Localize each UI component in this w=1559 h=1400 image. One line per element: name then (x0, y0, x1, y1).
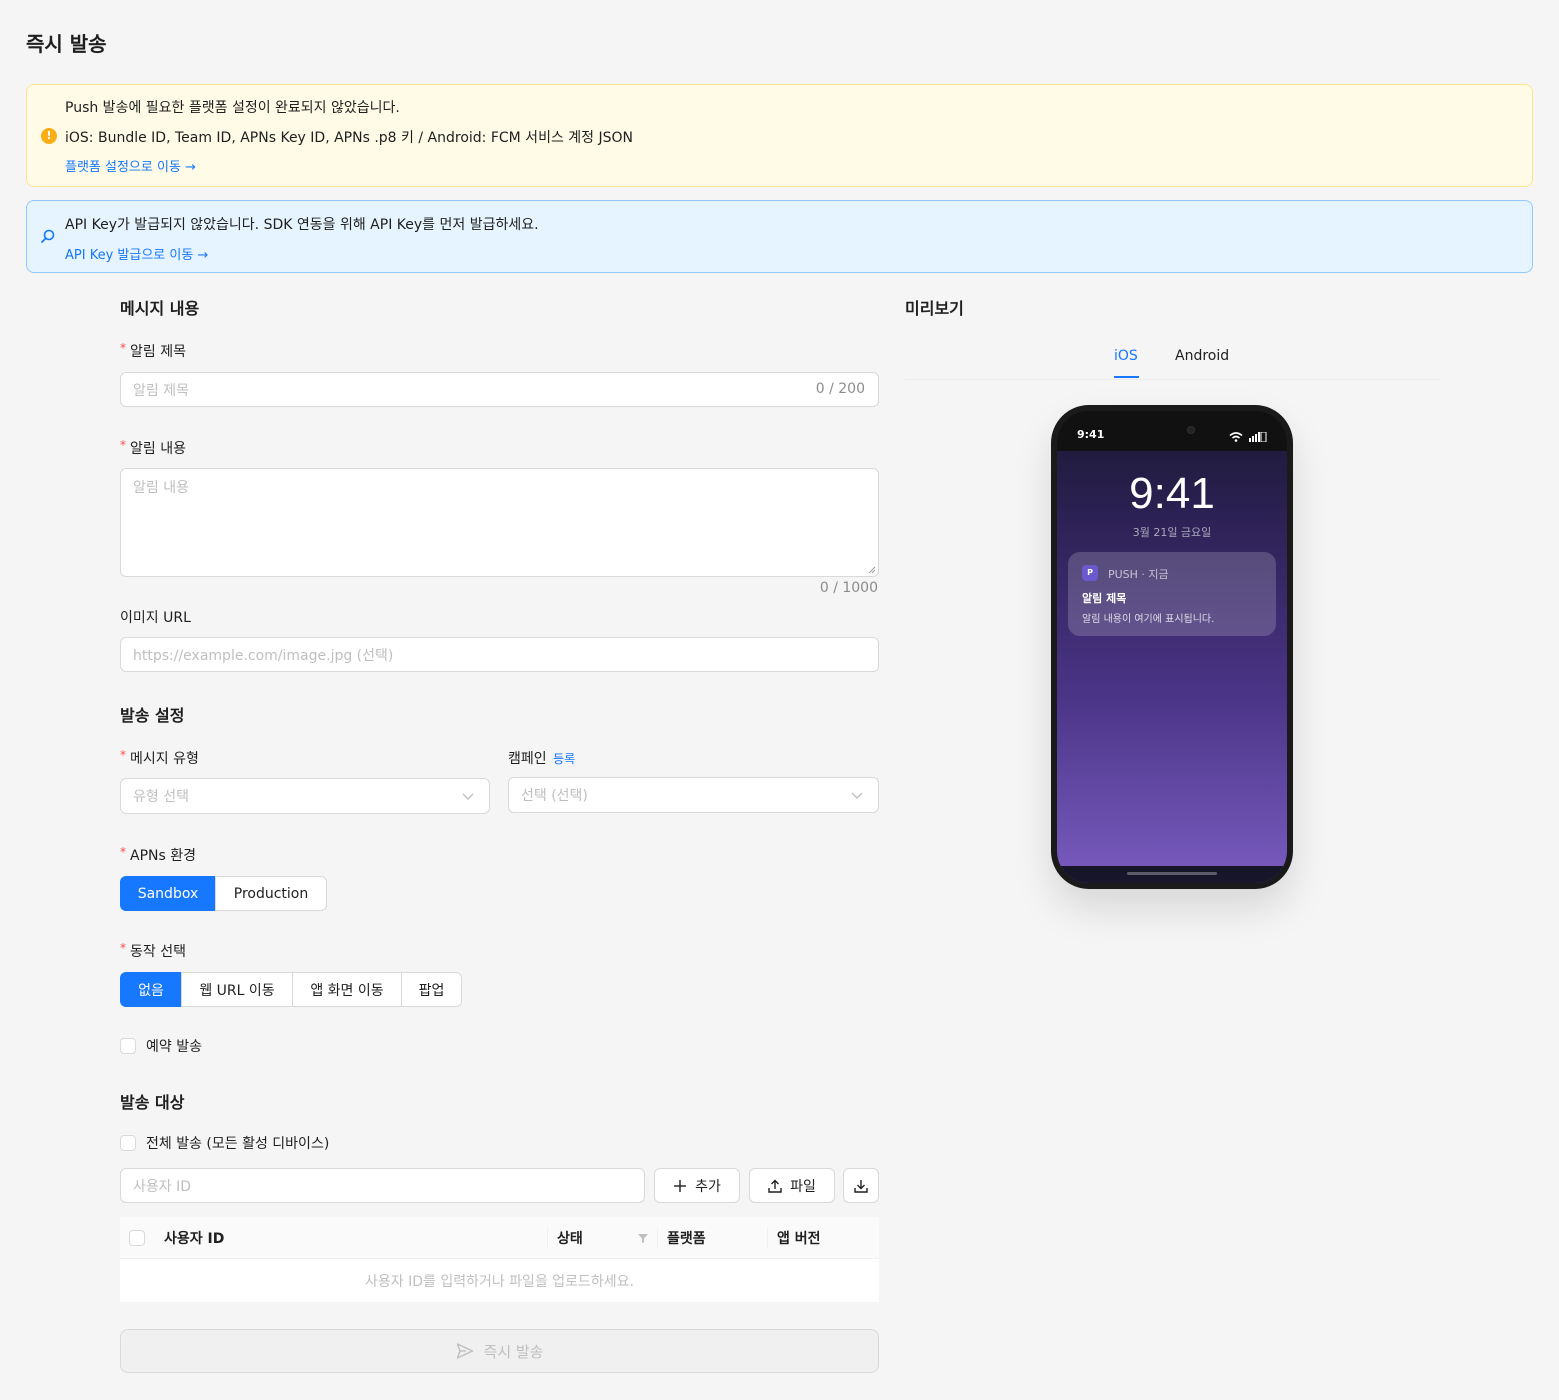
apns-segmented: Sandbox Production (120, 876, 327, 911)
target-table: 사용자 ID 상태 플랫폼 앱 버전 사용자 ID를 입력하거나 파일을 업로드… (120, 1217, 879, 1302)
api-key-link[interactable]: API Key 발급으로 이동 → (65, 244, 208, 263)
action-none-option[interactable]: 없음 (120, 972, 182, 1007)
column-user-id: 사용자 ID (164, 1231, 225, 1247)
phone-mockup: 9:41 9:41 3월 21일 금요일 P PUSH · 지금 알림 제목 알… (1051, 405, 1293, 889)
apns-production-option[interactable]: Production (215, 876, 327, 911)
download-template-button[interactable] (843, 1168, 879, 1203)
upload-icon (768, 1179, 782, 1193)
tab-ios[interactable]: iOS (1114, 348, 1138, 364)
notification-title: 알림 제목 (1082, 592, 1127, 605)
upload-file-button[interactable]: 파일 (749, 1168, 835, 1203)
search-icon (41, 229, 55, 243)
send-all-label: 전체 발송 (모든 활성 디바이스) (146, 1136, 330, 1152)
send-now-button[interactable]: 즉시 발송 (120, 1329, 879, 1373)
user-id-input[interactable]: 사용자 ID (120, 1168, 645, 1203)
status-bar: 9:41 (1057, 411, 1287, 451)
schedule-checkbox[interactable]: 예약 발송 (120, 1036, 202, 1056)
alert-title: Push 발송에 필요한 플랫폼 설정이 완료되지 않았습니다. (65, 100, 400, 116)
title-label: * 알림 제목 (120, 341, 186, 360)
alert-detail: iOS: Bundle ID, Team ID, APNs Key ID, AP… (65, 130, 633, 146)
notification-card: P PUSH · 지금 알림 제목 알림 내용이 여기에 표시됩니다. (1068, 552, 1276, 636)
campaign-register-link[interactable]: 등록 (553, 752, 575, 766)
active-tab-indicator (1114, 376, 1139, 378)
phone-screen: 9:41 9:41 3월 21일 금요일 P PUSH · 지금 알림 제목 알… (1057, 411, 1287, 883)
alert-title: API Key가 발급되지 않았습니다. SDK 연동을 위해 API Key를… (65, 217, 539, 233)
send-icon (456, 1343, 473, 1359)
action-label: * 동작 선택 (120, 941, 186, 960)
action-web-url-option[interactable]: 웹 URL 이동 (181, 972, 293, 1007)
checkbox-box[interactable] (120, 1038, 136, 1054)
plus-icon (674, 1179, 687, 1192)
image-url-input[interactable]: https://example.com/image.jpg (선택) (120, 637, 879, 672)
resize-handle-icon[interactable] (868, 566, 876, 574)
page-title: 즉시 발송 (26, 32, 107, 56)
message-section-title: 메시지 내용 (120, 299, 200, 318)
exclamation-icon: ! (41, 128, 57, 144)
message-type-select[interactable]: 유형 선택 (120, 778, 490, 814)
home-bar-area (1057, 866, 1287, 883)
campaign-select[interactable]: 선택 (선택) (508, 777, 879, 813)
send-all-checkbox[interactable]: 전체 발송 (모든 활성 디바이스) (120, 1133, 329, 1153)
body-counter: 0 / 1000 (819, 580, 878, 596)
home-indicator (1127, 872, 1217, 875)
add-user-button[interactable]: 추가 (654, 1168, 740, 1203)
signal-battery-icon (1249, 432, 1267, 442)
column-status: 상태 (557, 1231, 583, 1247)
body-textarea[interactable]: 알림 내용 (120, 468, 879, 577)
platform-settings-link[interactable]: 플랫폼 설정으로 이동 → (65, 156, 196, 175)
notification-app-name: PUSH · 지금 (1108, 568, 1169, 581)
table-empty-text: 사용자 ID를 입력하거나 파일을 업로드하세요. (365, 1273, 634, 1290)
action-app-screen-option[interactable]: 앱 화면 이동 (292, 972, 402, 1007)
notification-body: 알림 내용이 여기에 표시됩니다. (1082, 614, 1215, 625)
settings-section-title: 발송 설정 (120, 706, 185, 725)
campaign-label: 캠페인 등록 (508, 751, 576, 767)
chevron-down-icon (851, 792, 863, 799)
chevron-down-icon (462, 793, 474, 800)
filter-icon[interactable] (637, 1232, 649, 1244)
target-section-title: 발송 대상 (120, 1093, 185, 1112)
lock-screen-date: 3월 21일 금요일 (1132, 526, 1212, 539)
message-type-label: * 메시지 유형 (120, 748, 199, 767)
app-icon: P (1082, 565, 1098, 581)
body-label: * 알림 내용 (120, 438, 186, 457)
platform-warning-alert: ! Push 발송에 필요한 플랫폼 설정이 완료되지 않았습니다. iOS: … (26, 84, 1533, 187)
column-app-version: 앱 버전 (777, 1231, 821, 1247)
lock-screen-time: 9:41 (1129, 469, 1215, 518)
select-all-checkbox[interactable] (129, 1230, 145, 1246)
title-counter: 0 / 200 (815, 381, 865, 397)
apns-label: * APNs 환경 (120, 845, 196, 864)
download-icon (854, 1179, 868, 1193)
checkbox-box[interactable] (120, 1135, 136, 1151)
wifi-icon (1229, 432, 1243, 442)
apns-sandbox-option[interactable]: Sandbox (120, 876, 216, 911)
preview-tabs: iOS Android (905, 340, 1440, 380)
image-url-label: 이미지 URL (120, 610, 191, 626)
preview-title: 미리보기 (905, 299, 964, 318)
column-platform: 플랫폼 (667, 1231, 706, 1247)
camera-icon (1187, 426, 1195, 434)
action-segmented: 없음 웹 URL 이동 앱 화면 이동 팝업 (120, 972, 462, 1007)
table-header: 사용자 ID 상태 플랫폼 앱 버전 (120, 1217, 879, 1259)
title-input[interactable]: 알림 제목 0 / 200 (120, 372, 879, 407)
tab-android[interactable]: Android (1175, 348, 1229, 364)
action-popup-option[interactable]: 팝업 (401, 972, 462, 1007)
schedule-label: 예약 발송 (146, 1039, 202, 1055)
status-time: 9:41 (1077, 428, 1105, 441)
api-key-info-alert: API Key가 발급되지 않았습니다. SDK 연동을 위해 API Key를… (26, 200, 1533, 273)
